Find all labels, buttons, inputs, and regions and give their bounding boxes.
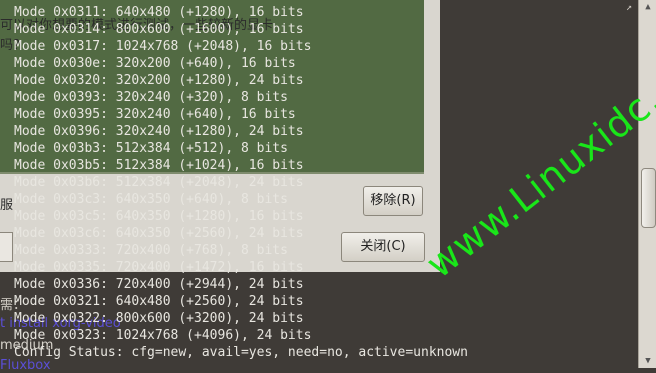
arrow-icon: ↗	[626, 2, 633, 13]
terminal-line: Mode 0x0396: 320x240 (+1280), 24 bits	[14, 124, 304, 139]
terminal-line: Mode 0x0317: 1024x768 (+2048), 16 bits	[14, 39, 312, 54]
terminal-line: Mode 0x03c5: 640x350 (+1280), 16 bits	[14, 209, 304, 224]
terminal-line: Mode 0x0393: 320x240 (+320), 8 bits	[14, 90, 288, 105]
terminal-line: Mode 0x0336: 720x400 (+2944), 24 bits	[14, 277, 304, 292]
terminal-line: Mode 0x0321: 640x480 (+2560), 24 bits	[14, 294, 304, 309]
terminal-line: Mode 0x03b5: 512x384 (+1024), 16 bits	[14, 158, 304, 173]
terminal-line: Mode 0x0314: 800x600 (+1600), 16 bits	[14, 22, 304, 37]
background-text-line-3: 服	[0, 198, 14, 213]
terminal-line: Mode 0x03c6: 640x350 (+2560), 24 bits	[14, 226, 304, 241]
terminal-line: Mode 0x0320: 320x200 (+1280), 24 bits	[14, 73, 304, 88]
terminal-line: Mode 0x0333: 720x400 (+768), 8 bits	[14, 243, 288, 258]
terminal-line: Mode 0x0335: 720x400 (+1472), 16 bits	[14, 260, 304, 275]
terminal-line: Mode 0x030e: 320x200 (+640), 16 bits	[14, 56, 296, 71]
terminal-line: Mode 0x0323: 1024x768 (+4096), 24 bits	[14, 328, 312, 343]
scroll-down-icon[interactable]: ▼	[639, 354, 656, 368]
background-partial-button[interactable]	[0, 232, 13, 262]
terminal-line: Mode 0x03c3: 640x350 (+640), 8 bits	[14, 192, 288, 207]
terminal-line: Mode 0x0395: 320x240 (+640), 16 bits	[14, 107, 296, 122]
scroll-up-icon[interactable]: ▲	[639, 0, 656, 14]
scrollbar-thumb[interactable]	[641, 168, 656, 228]
terminal-config-status: Config Status: cfg=new, avail=yes, need=…	[14, 345, 468, 360]
terminal-right-area	[440, 0, 636, 368]
terminal-line: Mode 0x03b6: 512x384 (+2048), 24 bits	[14, 175, 304, 190]
terminal-line: Mode 0x0322: 800x600 (+3200), 24 bits	[14, 311, 304, 326]
terminal-output: Mode 0x0311: 640x480 (+1280), 16 bits Mo…	[14, 4, 468, 361]
terminal-scrollbar[interactable]: ▲ ▼	[638, 0, 656, 368]
terminal-line: Mode 0x0311: 640x480 (+1280), 16 bits	[14, 5, 304, 20]
terminal-line: Mode 0x03b3: 512x384 (+512), 8 bits	[14, 141, 288, 156]
